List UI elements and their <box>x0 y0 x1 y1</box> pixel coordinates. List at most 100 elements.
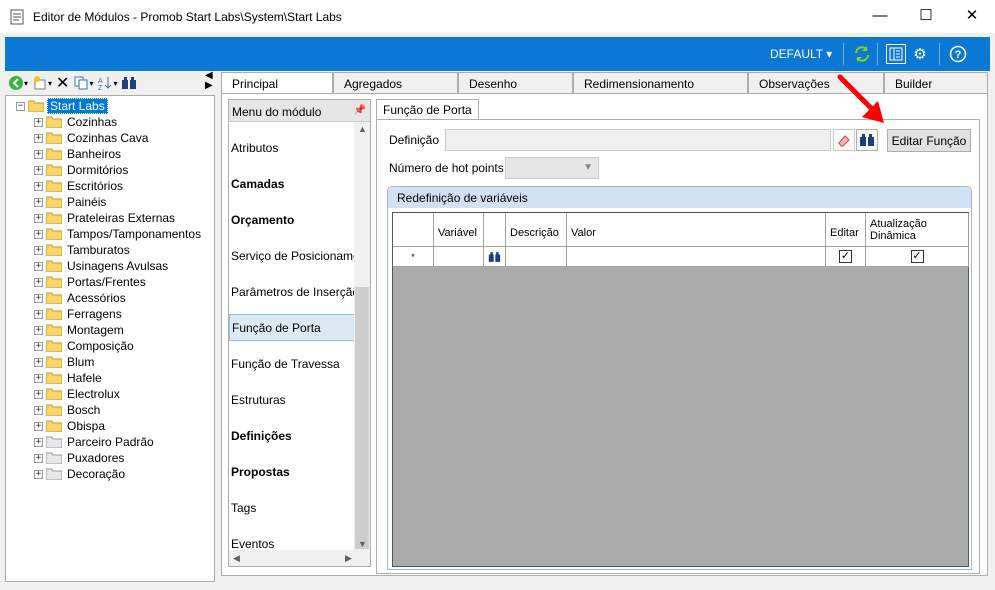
expand-toggle[interactable]: + <box>34 277 43 287</box>
tree-item-label[interactable]: Tampos/Tamponamentos <box>65 227 203 241</box>
tree-item[interactable]: + Bosch <box>34 402 102 418</box>
menu-item[interactable]: Função de Porta <box>229 314 356 341</box>
tree-item[interactable]: + Escritórios <box>34 178 125 194</box>
collapse-panel-icon[interactable]: ◀ ▶ <box>205 71 213 91</box>
tree-item[interactable]: + Electrolux <box>34 386 122 402</box>
tree-item[interactable]: + Usinagens Avulsas <box>34 258 170 274</box>
tree-item[interactable]: + Cozinhas <box>34 114 119 130</box>
menu-item[interactable]: Tags <box>229 494 356 521</box>
help-icon[interactable]: ? <box>948 44 968 64</box>
expand-toggle[interactable]: + <box>34 181 43 191</box>
menu-item[interactable]: Orçamento <box>229 206 356 233</box>
expand-toggle[interactable]: + <box>34 229 43 239</box>
tree-item-label[interactable]: Montagem <box>65 323 126 337</box>
scroll-up-icon[interactable]: ▲ <box>358 124 367 134</box>
expand-toggle[interactable]: + <box>34 149 43 159</box>
menu-horizontal-scrollbar[interactable]: ◀ ▶ <box>229 550 370 566</box>
tree-item-label[interactable]: Painéis <box>65 195 108 209</box>
tree-item[interactable]: + Hafele <box>34 370 104 386</box>
menu-item[interactable]: Atributos <box>229 134 356 161</box>
menu-item[interactable]: Camadas <box>229 170 356 197</box>
definicao-field[interactable] <box>445 129 831 151</box>
binoculars-icon[interactable] <box>856 129 878 151</box>
delete-icon[interactable]: ✕ <box>56 73 69 93</box>
tree-item[interactable]: + Ferragens <box>34 306 124 322</box>
tab-funcao-de-porta[interactable]: Função de Porta <box>376 99 479 120</box>
menu-item[interactable]: Função de Travessa <box>229 350 356 377</box>
back-icon[interactable]: ▾ <box>8 73 28 93</box>
tree-item-label[interactable]: Hafele <box>65 371 104 385</box>
minimize-button[interactable]: — <box>857 0 903 30</box>
expand-toggle[interactable]: + <box>34 437 43 447</box>
expand-toggle[interactable]: + <box>34 293 43 303</box>
col-atualizacao[interactable]: Atualização Dinâmica <box>866 213 969 247</box>
tab-redimensionamento[interactable]: Redimensionamento <box>573 72 748 94</box>
expand-toggle[interactable]: + <box>34 117 43 127</box>
variables-grid[interactable]: Variável Descrição Valor Editar Atualiza… <box>392 212 969 567</box>
module-tree[interactable]: − Start Labs + Cozinhas + Cozinhas Cava + Ban… <box>5 95 215 582</box>
tree-item[interactable]: + Tampos/Tamponamentos <box>34 226 203 242</box>
tab-desenho[interactable]: Desenho <box>458 72 573 94</box>
menu-item[interactable]: Propostas <box>229 458 356 485</box>
cell-atualizacao[interactable]: ✓ <box>866 247 969 267</box>
eraser-icon[interactable] <box>833 129 855 151</box>
menu-vertical-scrollbar[interactable]: ▲ ▼ <box>354 122 370 551</box>
new-item-icon[interactable]: ▾ <box>32 73 52 93</box>
tree-item-label[interactable]: Banheiros <box>65 147 123 161</box>
maximize-button[interactable]: ☐ <box>903 0 949 30</box>
tree-item-label[interactable]: Decoração <box>65 467 127 481</box>
close-button[interactable]: ✕ <box>949 0 995 30</box>
expand-toggle[interactable]: + <box>34 245 43 255</box>
table-row[interactable]: * ✓ ✓ <box>393 247 969 267</box>
tree-item[interactable]: + Portas/Frentes <box>34 274 148 290</box>
tree-item[interactable]: + Cozinhas Cava <box>34 130 150 146</box>
expand-toggle[interactable]: + <box>34 341 43 351</box>
tree-item-label[interactable]: Cozinhas <box>65 115 119 129</box>
expand-toggle[interactable]: + <box>34 325 43 335</box>
tree-item-label[interactable]: Composição <box>65 339 136 353</box>
binoculars-icon[interactable] <box>484 247 506 267</box>
tree-item-label[interactable]: Puxadores <box>65 451 126 465</box>
tab-agregados[interactable]: Agregados <box>333 72 458 94</box>
tree-item-label[interactable]: Ferragens <box>65 307 124 321</box>
tree-item[interactable]: + Montagem <box>34 322 126 338</box>
tree-item[interactable]: + Banheiros <box>34 146 123 162</box>
tree-root[interactable]: − Start Labs <box>16 98 108 114</box>
tree-item[interactable]: + Blum <box>34 354 96 370</box>
tree-item-label[interactable]: Parceiro Padrão <box>65 435 156 449</box>
tree-item-label[interactable]: Usinagens Avulsas <box>65 259 170 273</box>
settings-icon[interactable]: ⚙ <box>910 44 930 64</box>
expand-toggle[interactable]: + <box>34 469 43 479</box>
col-variavel[interactable]: Variável <box>434 213 484 247</box>
atualizacao-checkbox[interactable]: ✓ <box>910 250 924 263</box>
menu-item[interactable]: Parâmetros de Inserção <box>229 278 356 305</box>
layout-icon[interactable] <box>886 44 906 64</box>
tree-item[interactable]: + Tamburatos <box>34 242 132 258</box>
expand-toggle[interactable]: + <box>34 373 43 383</box>
tree-item[interactable]: + Acessórios <box>34 290 128 306</box>
tree-item[interactable]: + Painéis <box>34 194 108 210</box>
scroll-thumb[interactable] <box>355 287 369 549</box>
tree-item[interactable]: + Prateleiras Externas <box>34 210 177 226</box>
tree-item[interactable]: + Dormitórios <box>34 162 130 178</box>
tree-item-label[interactable]: Escritórios <box>65 179 125 193</box>
tree-item-label[interactable]: Obispa <box>65 419 107 433</box>
copy-icon[interactable]: ▾ <box>73 73 93 93</box>
tree-item-label[interactable]: Portas/Frentes <box>65 275 148 289</box>
sort-icon[interactable]: A Z ▾ <box>97 73 117 93</box>
tree-item[interactable]: + Obispa <box>34 418 107 434</box>
expand-toggle[interactable]: + <box>34 405 43 415</box>
expand-toggle[interactable]: + <box>34 133 43 143</box>
cell-descricao[interactable] <box>506 247 567 267</box>
tree-item-label[interactable]: Acessórios <box>65 291 128 305</box>
expand-toggle[interactable]: + <box>34 389 43 399</box>
tree-item[interactable]: + Decoração <box>34 466 127 482</box>
expand-toggle[interactable]: + <box>34 197 43 207</box>
cell-variavel[interactable] <box>434 247 484 267</box>
expand-toggle[interactable]: + <box>34 357 43 367</box>
hotpoints-select[interactable]: ▼ <box>505 157 599 179</box>
tree-item-label[interactable]: Cozinhas Cava <box>65 131 150 145</box>
tree-item-label[interactable]: Electrolux <box>65 387 122 401</box>
tree-item[interactable]: + Parceiro Padrão <box>34 434 156 450</box>
expand-toggle[interactable]: + <box>34 309 43 319</box>
